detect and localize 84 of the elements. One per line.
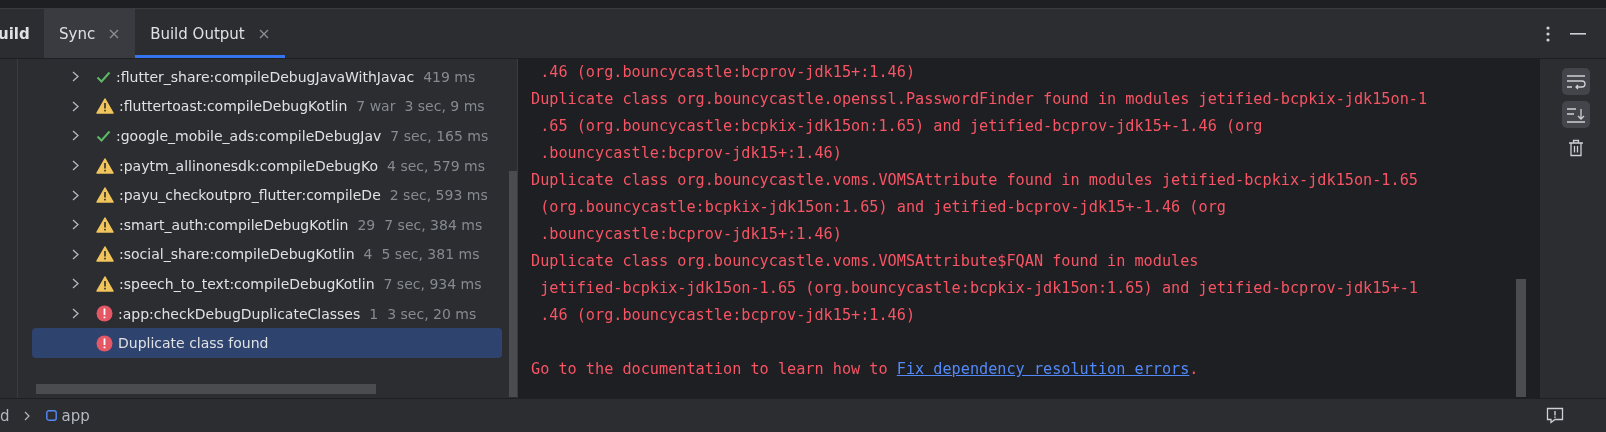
- warning-count: 29: [357, 216, 376, 233]
- check-icon: [96, 130, 111, 142]
- task-name: :app:checkDebugDuplicateClasses: [118, 305, 361, 322]
- task-duration: 3 sec, 9 ms: [404, 98, 485, 115]
- warning-icon: [96, 187, 114, 204]
- build-tree-row[interactable]: :payu_checkoutpro_flutter:compileDe 2 sec, 593 ms: [32, 180, 502, 210]
- check-icon: [96, 70, 111, 83]
- log-line: Duplicate class org.bouncycastle.openssl.PasswordFinder found in modules jetified-bcpkix-jdk15on-1: [531, 89, 1429, 110]
- log-line: .46 (org.bouncycastle:bcprov-jdk15+:1.46): [539, 62, 917, 83]
- build-tree-row[interactable]: :social_share:compileDebugKotlin 4 5 sec, 381 ms: [32, 239, 502, 270]
- vertical-scrollbar[interactable]: [1516, 279, 1526, 397]
- log-line: (org.bouncycastle:bcpkix-jdk15on:1.65) and jetified-bcprov-jdk15+-1.46 (org: [539, 197, 1227, 218]
- documentation-link[interactable]: Fix dependency resolution errors: [896, 360, 1190, 378]
- chevron-icon[interactable]: [72, 278, 79, 290]
- more-options-icon[interactable]: [1546, 25, 1550, 42]
- task-duration: 7 sec, 384 ms: [384, 216, 483, 233]
- trash-icon: [1568, 138, 1584, 157]
- chevron-icon[interactable]: [72, 130, 79, 142]
- warning-count: 4: [363, 246, 373, 263]
- build-tree-row[interactable]: Duplicate class found: [32, 328, 502, 358]
- task-duration: 419 ms: [423, 68, 476, 85]
- vertical-scrollbar[interactable]: [509, 171, 517, 397]
- task-name: :google_mobile_ads:compileDebugJav: [116, 128, 382, 144]
- task-name: :fluttertoast:compileDebugKotlin: [119, 98, 348, 115]
- warning-icon: [96, 275, 114, 292]
- log-line: .bouncycastle:bcprov-jdk15+:1.46): [539, 143, 843, 164]
- horizontal-scrollbar[interactable]: [36, 384, 376, 394]
- warning-icon: [96, 157, 114, 174]
- feedback-icon[interactable]: [1546, 407, 1564, 424]
- log-line: .bouncycastle:bcprov-jdk15+:1.46): [539, 224, 843, 245]
- build-tree-row[interactable]: :google_mobile_ads:compileDebugJav 7 sec, 165 ms: [32, 121, 502, 151]
- scroll-to-end-icon: [1566, 106, 1586, 123]
- task-duration: 7 sec, 165 ms: [390, 128, 489, 144]
- warning-icon: [96, 216, 114, 233]
- chevron-icon[interactable]: [72, 308, 79, 320]
- task-duration: 5 sec, 381 ms: [381, 246, 480, 263]
- build-tree-row[interactable]: :smart_auth:compileDebugKotlin 29 7 sec, 384 ms: [32, 209, 502, 240]
- log-line: Go to the documentation to learn how to Fix dependency resolution errors.: [531, 359, 1200, 380]
- warning-icon: [96, 98, 114, 115]
- warning-count: 7 war: [356, 98, 396, 115]
- task-name: :smart_auth:compileDebugKotlin: [119, 216, 349, 233]
- soft-wrap-button[interactable]: [1562, 68, 1590, 95]
- breadcrumb-item[interactable]: app: [45, 406, 90, 425]
- soft-wrap-icon: [1566, 73, 1586, 90]
- log-line: .46 (org.bouncycastle:bcprov-jdk15+:1.46): [539, 305, 917, 326]
- module-icon: [45, 410, 57, 421]
- build-tree-row[interactable]: :speech_to_text:compileDebugKotlin 7 sec, 934 ms: [32, 269, 502, 299]
- chevron-icon[interactable]: [72, 160, 79, 172]
- task-name: :speech_to_text:compileDebugKotlin: [119, 275, 375, 292]
- task-name: :payu_checkoutpro_flutter:compileDe: [119, 187, 381, 204]
- chevron-icon[interactable]: [72, 71, 79, 83]
- task-duration: 2 sec, 593 ms: [389, 187, 488, 204]
- build-tree-row[interactable]: :flutter_share:compileDebugJavaWithJavac 419 ms: [32, 62, 502, 92]
- build-tree-row[interactable]: :fluttertoast:compileDebugKotlin 7 war 3 sec, 9 ms: [32, 91, 502, 122]
- error-icon: [96, 305, 113, 323]
- log-line: Duplicate class org.bouncycastle.voms.VOMSAttribute$FQAN found in modules: [531, 251, 1200, 272]
- log-line: jetified-bcpkix-jdk15on-1.65 (org.bouncycastle:bcpkix-jdk15on:1.65) and jetified-bcprov-jdk15+-1: [539, 278, 1419, 299]
- build-tree-row[interactable]: :paytm_allinonesdk:compileDebugKo 4 sec, 579 ms: [32, 150, 502, 181]
- tool-window-title: uild: [0, 24, 31, 43]
- chevron-icon: [23, 410, 30, 421]
- breadcrumb-item[interactable]: d: [0, 406, 10, 425]
- close-icon[interactable]: [109, 28, 120, 39]
- chevron-icon[interactable]: [72, 189, 79, 201]
- task-name: :flutter_share:compileDebugJavaWithJavac: [116, 68, 415, 85]
- tab[interactable]: Sync: [44, 9, 136, 58]
- error-icon: [96, 334, 113, 352]
- task-name: Duplicate class found: [118, 335, 269, 352]
- task-duration: 7 sec, 934 ms: [383, 275, 482, 292]
- chevron-icon[interactable]: [72, 100, 79, 112]
- build-tree-row[interactable]: :app:checkDebugDuplicateClasses 1 3 sec, 20 ms: [32, 298, 502, 329]
- warning-count: 1: [369, 305, 379, 322]
- task-name: :paytm_allinonesdk:compileDebugKo: [119, 157, 379, 174]
- minimize-icon[interactable]: [1570, 32, 1586, 35]
- task-duration: 4 sec, 579 ms: [387, 157, 485, 174]
- chevron-icon[interactable]: [72, 248, 79, 260]
- task-duration: 3 sec, 20 ms: [387, 305, 477, 322]
- warning-icon: [96, 246, 114, 263]
- chevron-icon[interactable]: [72, 219, 79, 231]
- log-line: .65 (org.bouncycastle:bcpkix-jdk15on:1.65) and jetified-bcprov-jdk15+-1.46 (org: [539, 116, 1264, 137]
- scroll-to-end-button[interactable]: [1562, 101, 1590, 128]
- tab[interactable]: Build Output: [135, 9, 285, 58]
- log-line: Duplicate class org.bouncycastle.voms.VOMSAttribute found in modules jetified-bcpkix-jdk15on-1.65: [531, 170, 1419, 191]
- close-icon[interactable]: [258, 28, 269, 39]
- task-name: :social_share:compileDebugKotlin: [119, 246, 355, 263]
